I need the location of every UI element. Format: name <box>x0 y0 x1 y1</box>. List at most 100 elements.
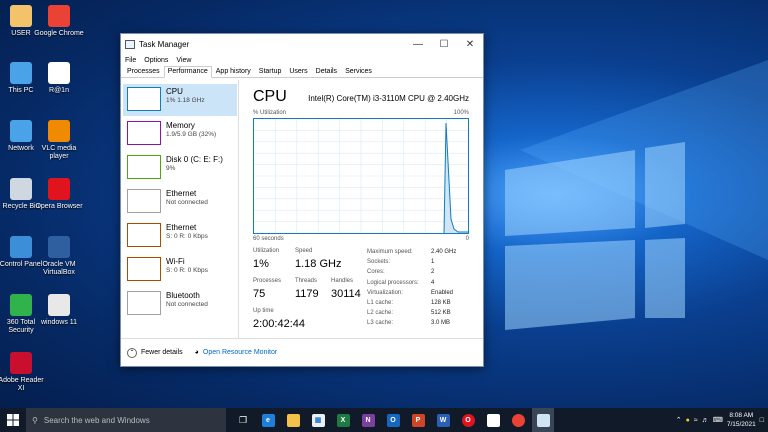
sidebar-item-detail: Not connected <box>166 199 208 206</box>
threads-label: Threads <box>295 278 318 284</box>
sidebar-item-detail: S: 0 R: 0 Kbps <box>166 233 208 240</box>
graph-min-label: 0 <box>465 236 469 242</box>
sidebar-item-text: Memory 1.9/5.9 GB (32%) <box>166 121 216 147</box>
sidebar-item-detail: 1.9/5.9 GB (32%) <box>166 131 217 138</box>
status-icon[interactable]: ● <box>686 417 690 424</box>
desktop-icon[interactable]: VLC media player <box>34 120 84 161</box>
taskbar: ⚲ Search the web and Windows ❐ e ▦ X N O… <box>0 408 768 432</box>
onenote-icon[interactable]: N <box>357 408 379 432</box>
store-icon[interactable]: ▦ <box>307 408 329 432</box>
threads-value: 1179 <box>295 288 319 300</box>
uptime-value: 2:00:42:44 <box>253 318 305 330</box>
task-manager-taskbar-icon[interactable] <box>532 408 554 432</box>
spec-label: Virtualization: <box>367 289 403 296</box>
spec-label: Cores: <box>367 269 385 276</box>
windows-logo-icon <box>7 414 19 426</box>
desktop-icon[interactable]: Oracle VM VirtualBox <box>34 236 84 277</box>
pdf-icon <box>10 352 32 374</box>
sidebar-item-detail: 1% 1.18 GHz <box>166 97 205 104</box>
spec-value: Enabled <box>431 289 454 296</box>
footer-bar: ⌃ Fewer details ◕ Open Resource Monitor <box>121 338 483 366</box>
cpu-spec-labels: Maximum speed: Sockets: Cores: Logical proc… <box>367 247 419 329</box>
title-bar[interactable]: Task Manager — ☐ ✕ <box>121 34 483 54</box>
desktop-icon-label: R@1n <box>49 87 69 94</box>
sidebar-item[interactable]: Ethernet Not connected <box>123 186 237 218</box>
spec-value: 128 KB <box>431 300 451 307</box>
chevron-up-icon[interactable]: ⌃ <box>127 347 137 358</box>
volume-icon[interactable]: ♬ <box>702 417 709 424</box>
powerpoint-icon[interactable]: P <box>407 408 429 432</box>
desktop-icon-label: Google Chrome <box>34 30 84 37</box>
tab-startup[interactable]: Startup <box>255 66 286 77</box>
graph-utilization-label: % Utilization <box>253 110 287 116</box>
sidebar-item[interactable]: Memory 1.9/5.9 GB (32%) <box>123 118 237 150</box>
desktop-icon[interactable]: R@1n <box>34 62 84 95</box>
chevron-up-tray-icon[interactable]: ⌃ <box>676 416 682 424</box>
desktop-icon[interactable]: Google Chrome <box>34 5 84 38</box>
search-icon: ⚲ <box>32 415 38 425</box>
tab-processes[interactable]: Processes <box>123 66 164 77</box>
desktop-icon-label: Opera Browser <box>35 203 83 210</box>
clock-date: 7/15/2021 <box>726 421 756 428</box>
notepad-icon[interactable] <box>482 408 504 432</box>
tab-bar: Processes Performance App history Startu… <box>121 66 483 78</box>
file-explorer-icon[interactable] <box>282 408 304 432</box>
wifi-icon[interactable]: ≈ <box>694 417 698 424</box>
sidebar-thumbnail <box>127 291 161 315</box>
clock[interactable]: 8:08 AM 7/15/2021 <box>727 411 756 429</box>
desktop-icon-label: VLC media player <box>41 145 77 160</box>
menu-options[interactable]: Options <box>144 57 168 64</box>
sidebar-item-name: Wi-Fi <box>166 257 185 266</box>
desktop-icon[interactable]: windows 11 <box>34 294 84 327</box>
sidebar-item[interactable]: Ethernet S: 0 R: 0 Kbps <box>123 220 237 252</box>
maximize-button[interactable]: ☐ <box>431 34 457 54</box>
opera-taskbar-icon[interactable]: O <box>457 408 479 432</box>
task-manager-icon <box>125 39 135 49</box>
vlc-icon <box>48 120 70 142</box>
desktop-icon[interactable]: Opera Browser <box>34 178 84 211</box>
graph-max-label: 100% <box>453 110 469 116</box>
close-button[interactable]: ✕ <box>457 34 483 54</box>
tab-app-history[interactable]: App history <box>212 66 255 77</box>
speed-value: 1.18 GHz <box>295 258 342 270</box>
keyboard-icon[interactable]: ⌨ <box>713 416 723 424</box>
tab-services[interactable]: Services <box>341 66 376 77</box>
open-resource-monitor-link[interactable]: Open Resource Monitor <box>203 349 277 356</box>
search-box[interactable]: ⚲ Search the web and Windows <box>26 408 226 432</box>
sidebar-item[interactable]: CPU 1% 1.18 GHz <box>123 84 237 116</box>
search-placeholder: Search the web and Windows <box>43 415 150 425</box>
tab-users[interactable]: Users <box>285 66 311 77</box>
word-icon[interactable]: W <box>432 408 454 432</box>
sidebar-item[interactable]: Wi-Fi S: 0 R: 0 Kbps <box>123 254 237 286</box>
sidebar-item-detail: S: 0 R: 0 Kbps <box>166 267 208 274</box>
menu-file[interactable]: File <box>125 57 136 64</box>
task-view-icon[interactable]: ❐ <box>232 408 254 432</box>
sidebar-item-text: Bluetooth Not connected <box>166 291 208 317</box>
sidebar-thumbnail <box>127 87 161 111</box>
processes-label: Processes <box>253 278 282 284</box>
desktop-icon[interactable]: Adobe Reader XI <box>0 352 46 393</box>
sidebar-item[interactable]: Bluetooth Not connected <box>123 288 237 320</box>
speed-label: Speed <box>295 248 313 254</box>
start-button[interactable] <box>0 408 26 432</box>
utilization-label: Utilization <box>253 248 280 254</box>
outlook-icon[interactable]: O <box>382 408 404 432</box>
menu-view[interactable]: View <box>176 57 191 64</box>
cpu-graph-plot <box>254 119 468 234</box>
fewer-details-link[interactable]: Fewer details <box>141 349 183 356</box>
cpu-spec-values: 2.40 GHz 1 2 4 Enabled 128 KB 512 KB 3.0 MB <box>431 247 456 329</box>
minimize-button[interactable]: — <box>405 34 431 54</box>
notifications-icon[interactable]: □ <box>760 417 764 424</box>
chrome-taskbar-icon[interactable] <box>507 408 529 432</box>
edge-icon[interactable]: e <box>257 408 279 432</box>
excel-icon[interactable]: X <box>332 408 354 432</box>
graph-time-label: 60 seconds <box>253 236 284 242</box>
sidebar-item-detail: 9% <box>166 165 176 172</box>
sidebar-item-text: CPU 1% 1.18 GHz <box>166 87 205 113</box>
spec-value: 2.40 GHz <box>431 249 457 255</box>
sidebar-thumbnail <box>127 257 161 281</box>
sidebar-item[interactable]: Disk 0 (C: E: F:) 9% <box>123 152 237 184</box>
tab-performance[interactable]: Performance <box>163 66 212 78</box>
tab-details[interactable]: Details <box>312 66 341 77</box>
user-folder-icon <box>10 5 32 27</box>
